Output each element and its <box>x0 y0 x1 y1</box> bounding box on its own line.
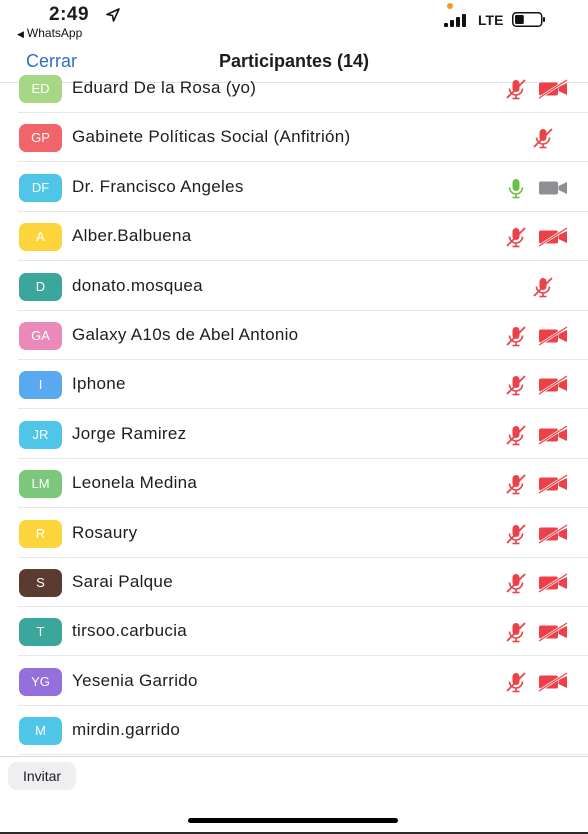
avatar: JR <box>19 420 62 449</box>
microphone-muted-icon[interactable] <box>504 620 528 644</box>
video-off-icon[interactable] <box>538 227 568 248</box>
microphone-muted-icon[interactable] <box>504 670 528 694</box>
avatar: S <box>19 569 62 597</box>
location-arrow-icon <box>106 8 120 22</box>
participant-name: Sarai Palque <box>72 572 173 591</box>
avatar: GA <box>19 322 62 350</box>
video-off-icon[interactable] <box>538 572 568 594</box>
avatar: R <box>19 519 62 548</box>
avatar: M <box>19 717 62 746</box>
microphone-muted-icon[interactable] <box>504 225 528 249</box>
video-off-icon[interactable] <box>538 375 568 396</box>
mic-in-use-dot <box>447 3 453 9</box>
participant-row[interactable]: A Alber.Balbuena <box>0 212 588 262</box>
avatar: ED <box>19 75 62 103</box>
network-type: LTE <box>478 12 504 28</box>
avatar: YG <box>19 667 62 696</box>
participant-row[interactable]: DF Dr. Francisco Angeles <box>0 163 588 212</box>
participant-name: Rosaury <box>72 522 138 542</box>
participant-name: Leonela Medina <box>72 473 198 493</box>
participant-row[interactable]: LM Leonela Medina <box>0 459 588 509</box>
participant-row[interactable]: Ddonato.mosquea <box>0 262 588 311</box>
status-bar: 2:49 ◀ WhatsApp LTE <box>0 0 588 44</box>
participant-row[interactable]: GP Gabinete Políticas Social (Anfitrión) <box>0 113 588 163</box>
microphone-icon[interactable] <box>504 176 528 200</box>
avatar: A <box>19 223 62 252</box>
avatar: I <box>19 371 62 400</box>
microphone-muted-icon[interactable] <box>504 423 528 447</box>
home-indicator <box>188 818 398 823</box>
video-off-icon[interactable] <box>538 78 568 100</box>
participant-row[interactable]: Ttirsoo.carbucia <box>0 607 588 657</box>
avatar: LM <box>19 470 62 499</box>
video-off-icon[interactable] <box>538 474 568 495</box>
participant-name: Dr. Francisco Angeles <box>72 176 244 196</box>
avatar: D <box>19 272 62 301</box>
participant-name: Eduard De la Rosa (yo) <box>72 78 257 97</box>
participant-row[interactable]: ED Eduard De la Rosa (yo) <box>0 64 588 113</box>
participant-row[interactable]: Mmirdin.garrido <box>0 706 588 756</box>
participant-row[interactable]: YG Yesenia Garrido <box>0 657 588 706</box>
microphone-muted-icon[interactable] <box>504 324 528 348</box>
microphone-muted-icon[interactable] <box>504 77 528 101</box>
microphone-muted-icon[interactable] <box>504 472 528 496</box>
participant-name: mirdin.garrido <box>72 720 181 740</box>
participant-row[interactable]: JR Jorge Ramirez <box>0 410 588 459</box>
participant-list[interactable]: ED Eduard De la Rosa (yo) GP Gabinete Polít… <box>0 64 588 756</box>
video-off-icon[interactable] <box>538 523 568 544</box>
list-divider <box>0 756 588 757</box>
invite-button[interactable]: Invitar <box>8 762 76 790</box>
participant-name: Jorge Ramirez <box>72 423 187 443</box>
back-to-app-link[interactable]: ◀ WhatsApp <box>17 26 82 40</box>
cellular-signal-icon <box>444 14 466 27</box>
back-triangle-icon: ◀ <box>17 29 24 39</box>
participant-row[interactable]: I Iphone <box>0 360 588 410</box>
microphone-muted-icon[interactable] <box>504 373 528 397</box>
avatar: T <box>19 618 62 647</box>
participant-name: donato.mosquea <box>72 275 203 295</box>
back-app-label: WhatsApp <box>26 26 83 40</box>
participant-name: tirsoo.carbucia <box>72 621 188 641</box>
battery-icon <box>512 12 545 27</box>
video-off-icon[interactable] <box>538 424 568 445</box>
video-off-icon[interactable] <box>538 325 568 347</box>
video-off-icon[interactable] <box>538 622 568 643</box>
status-time: 2:49 <box>49 4 90 25</box>
avatar: GP <box>19 124 62 153</box>
participant-row[interactable]: GA Galaxy A10s de Abel Antonio <box>0 311 588 360</box>
microphone-muted-icon[interactable] <box>504 522 528 546</box>
microphone-muted-icon[interactable] <box>531 126 555 150</box>
participant-name: Yesenia Garrido <box>72 670 198 690</box>
participant-name: Gabinete Políticas Social (Anfitrión) <box>72 127 351 147</box>
participant-name: Alber.Balbuena <box>72 226 192 246</box>
participant-row[interactable]: S Sarai Palque <box>0 558 588 607</box>
participant-row[interactable]: R Rosaury <box>0 509 588 558</box>
participant-name: Iphone <box>72 374 126 394</box>
video-off-icon[interactable] <box>538 671 568 692</box>
microphone-muted-icon[interactable] <box>531 275 555 299</box>
microphone-muted-icon[interactable] <box>504 571 528 595</box>
participant-name: Galaxy A10s de Abel Antonio <box>72 325 299 344</box>
avatar: DF <box>19 173 62 202</box>
video-camera-icon[interactable] <box>538 178 568 198</box>
